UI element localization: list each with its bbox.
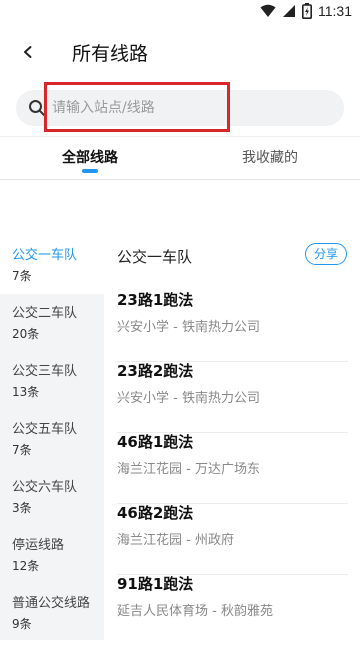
sidebar-item-suspended[interactable]: 停运线路 12条 — [0, 526, 104, 584]
sidebar-item-count: 13条 — [12, 385, 40, 399]
tab-indicator — [82, 169, 98, 173]
route-stops: 海兰江花园 - 万达广场东 — [117, 462, 260, 477]
tab-bar: 全部线路 我收藏的 — [0, 136, 360, 180]
route-name: 23路2跑法 — [117, 362, 194, 380]
status-icons: 11:31 — [260, 3, 352, 19]
route-name: 91路1跑法 — [117, 575, 194, 593]
sidebar-item-fleet-1[interactable]: 公交一车队 7条 — [0, 236, 104, 294]
sidebar-item-label: 公交三车队 — [12, 364, 78, 379]
tab-favorites[interactable]: 我收藏的 — [242, 147, 298, 167]
sidebar-item-count: 3条 — [12, 501, 32, 515]
route-stops: 兴安小学 - 铁南热力公司 — [117, 391, 260, 406]
route-item[interactable]: 23路1跑法 兴安小学 - 铁南热力公司 — [117, 289, 348, 362]
sidebar-item-count: 7条 — [12, 443, 32, 457]
route-stops: 兴安小学 - 铁南热力公司 — [117, 320, 260, 335]
status-time: 11:31 — [318, 3, 352, 19]
page-title: 所有线路 — [72, 43, 149, 65]
sidebar-item-fleet-2[interactable]: 公交二车队 20条 — [0, 294, 104, 352]
battery-icon — [302, 3, 312, 19]
sidebar-item-label: 停运线路 — [12, 538, 65, 553]
tab-all-routes[interactable]: 全部线路 — [62, 147, 118, 167]
route-item[interactable]: 46路2跑法 海兰江花园 - 州政府 — [117, 502, 348, 575]
route-item[interactable]: 23路2跑法 兴安小学 - 铁南热力公司 — [117, 360, 348, 433]
sidebar-item-fleet-5[interactable]: 公交五车队 7条 — [0, 410, 104, 468]
sidebar-item-fleet-6[interactable]: 公交六车队 3条 — [0, 468, 104, 526]
back-button[interactable] — [14, 38, 42, 66]
wifi-icon — [260, 4, 276, 17]
sidebar-item-label: 公交一车队 — [12, 248, 78, 263]
sidebar: 公交一车队 7条 公交二车队 20条 公交三车队 13条 公交五车队 7条 公交… — [0, 236, 104, 640]
group-title: 公交一车队 — [117, 248, 193, 266]
sidebar-item-label: 普通公交线路 — [12, 596, 91, 611]
route-name: 23路1跑法 — [117, 291, 194, 309]
sidebar-item-regular[interactable]: 普通公交线路 9条 — [0, 584, 104, 642]
sidebar-item-count: 20条 — [12, 327, 40, 341]
share-button[interactable]: 分享 — [305, 243, 347, 265]
sidebar-item-count: 7条 — [12, 269, 32, 283]
sidebar-item-label: 公交六车队 — [12, 480, 78, 495]
route-item[interactable]: 91路1跑法 延吉人民体育场 - 秋韵雅苑 — [117, 573, 348, 645]
sidebar-item-label: 公交二车队 — [12, 306, 78, 321]
chevron-left-icon — [24, 46, 32, 58]
route-name: 46路2跑法 — [117, 504, 194, 522]
route-stops: 延吉人民体育场 - 秋韵雅苑 — [117, 604, 273, 619]
route-name: 46路1跑法 — [117, 433, 194, 451]
sidebar-item-count: 12条 — [12, 559, 40, 573]
app-header: 所有线路 — [0, 24, 360, 80]
status-bar: 11:31 — [0, 0, 360, 24]
route-item[interactable]: 46路1跑法 海兰江花园 - 万达广场东 — [117, 431, 348, 504]
signal-icon — [283, 5, 295, 17]
highlight-box — [44, 82, 230, 132]
sidebar-item-label: 公交五车队 — [12, 422, 78, 437]
sidebar-item-count: 9条 — [12, 617, 32, 631]
sidebar-item-fleet-3[interactable]: 公交三车队 13条 — [0, 352, 104, 410]
route-stops: 海兰江花园 - 州政府 — [117, 533, 234, 548]
